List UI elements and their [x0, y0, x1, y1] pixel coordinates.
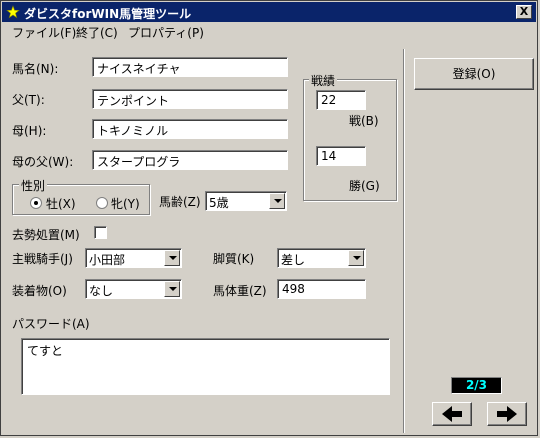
menu-exit[interactable]: 終了(C): [76, 24, 118, 41]
sire-label: 父(T):: [12, 93, 45, 107]
chevron-down-icon[interactable]: [164, 281, 180, 297]
wins-field[interactable]: 14: [316, 146, 366, 166]
menu-file[interactable]: ファイル(F): [12, 24, 76, 41]
record-legend: 戦績: [309, 72, 338, 89]
main-window: ダビスタforWIN馬管理ツール X ファイル(F) 終了(C) プロパティ(P…: [0, 0, 538, 436]
close-button[interactable]: X: [516, 5, 532, 19]
sex-male-radio[interactable]: [30, 197, 42, 209]
sex-female-label[interactable]: 牝(Y): [111, 195, 140, 212]
age-label: 馬齢(Z): [159, 195, 201, 209]
menu-properties[interactable]: プロパティ(P): [128, 24, 204, 41]
sex-female-radio[interactable]: [96, 197, 108, 209]
sex-legend: 性別: [19, 177, 48, 194]
menu-bar: ファイル(F) 終了(C) プロパティ(P): [2, 22, 536, 40]
dam-sire-field[interactable]: スタープログラ: [92, 150, 288, 170]
wins-label: 勝(G): [349, 179, 380, 193]
password-label: パスワード(A): [12, 317, 90, 331]
jockey-label: 主戦騎手(J): [12, 252, 73, 266]
dam-sire-label: 母の父(W):: [12, 155, 74, 169]
chevron-down-icon[interactable]: [164, 250, 180, 266]
races-label: 戦(B): [349, 114, 379, 128]
vertical-divider: [403, 49, 405, 433]
gelding-checkbox[interactable]: [94, 226, 107, 239]
horse-name-label: 馬名(N):: [12, 62, 59, 76]
weight-label: 馬体重(Z): [213, 284, 267, 298]
horse-name-field[interactable]: ナイスネイチャ: [92, 57, 288, 77]
age-select[interactable]: 5歳: [205, 191, 287, 211]
next-button[interactable]: [487, 402, 527, 426]
register-button[interactable]: 登録(O): [414, 58, 534, 90]
dam-field[interactable]: トキノミノル: [92, 119, 288, 139]
password-field[interactable]: てすと: [21, 338, 390, 395]
races-field[interactable]: 22: [316, 90, 366, 110]
jockey-select[interactable]: 小田部: [85, 248, 182, 268]
running-style-select[interactable]: 差し: [277, 248, 366, 268]
dam-label: 母(H):: [12, 124, 47, 138]
page-indicator: 2/3: [451, 377, 502, 394]
running-style-value: 差し: [281, 253, 306, 267]
title-bar: ダビスタforWIN馬管理ツール X: [2, 2, 536, 22]
gelding-label: 去勢処置(M): [12, 228, 80, 242]
age-value: 5歳: [209, 196, 229, 210]
weight-field[interactable]: 498: [277, 279, 366, 299]
equipment-label: 装着物(O): [12, 284, 67, 298]
equipment-select[interactable]: なし: [85, 279, 182, 299]
window-title: ダビスタforWIN馬管理ツール: [24, 7, 192, 21]
sex-male-label[interactable]: 牡(X): [46, 195, 76, 212]
jockey-value: 小田部: [89, 253, 126, 267]
app-icon: [6, 5, 20, 19]
sire-field[interactable]: テンポイント: [92, 89, 288, 109]
equipment-value: なし: [89, 284, 114, 298]
left-arrow-icon: [442, 406, 462, 422]
chevron-down-icon[interactable]: [348, 250, 364, 266]
chevron-down-icon[interactable]: [269, 193, 285, 209]
right-arrow-icon: [497, 406, 517, 422]
running-style-label: 脚質(K): [213, 252, 255, 266]
prev-button[interactable]: [432, 402, 472, 426]
